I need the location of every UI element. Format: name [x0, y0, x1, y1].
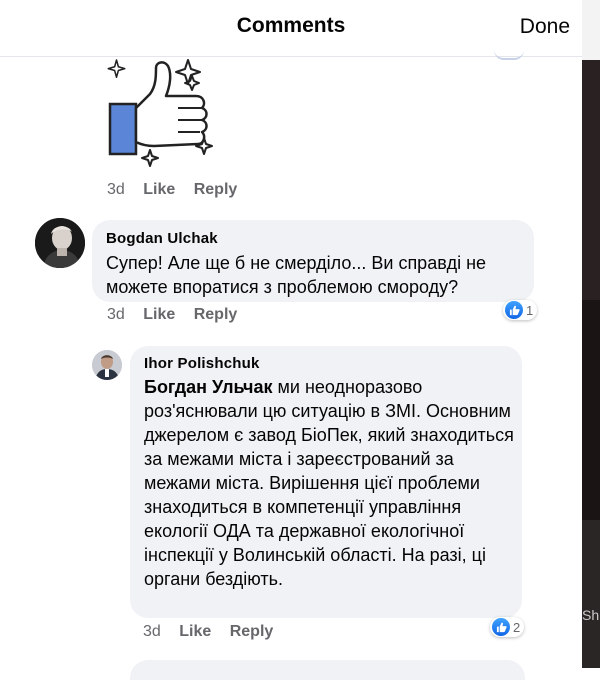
like-reaction-icon — [492, 618, 510, 636]
background-video-edge: Sh — [582, 0, 600, 668]
avatar[interactable] — [35, 218, 85, 268]
reaction-badge[interactable]: 2 — [490, 617, 525, 637]
reply-button[interactable]: Reply — [194, 306, 238, 323]
reply-text: Богдан Ульчак ми неодноразово роз'яснюва… — [144, 375, 516, 591]
sticker-meta: 3d Like Reply — [107, 181, 251, 199]
comment-text: Супер! Але ще б не смерділо... Ви справд… — [106, 253, 487, 297]
timestamp: 3d — [143, 623, 161, 640]
previous-reaction-peek — [494, 50, 524, 60]
timestamp: 3d — [107, 181, 125, 198]
like-button[interactable]: Like — [143, 181, 175, 198]
side-text: Sh — [582, 607, 600, 623]
reply-bubble: Ihor Polishchuk Богдан Ульчак ми неоднор… — [130, 346, 522, 618]
like-button[interactable]: Like — [179, 623, 211, 640]
reply-button[interactable]: Reply — [230, 623, 274, 640]
reply-meta: 3d Like Reply — [143, 623, 287, 641]
next-comment-bubble — [130, 660, 525, 680]
timestamp: 3d — [107, 306, 125, 323]
avatar[interactable] — [92, 350, 122, 380]
reply-button[interactable]: Reply — [194, 181, 238, 198]
done-button[interactable]: Done — [520, 15, 570, 39]
reply-author[interactable]: Ihor Polishchuk — [144, 355, 260, 372]
comments-header: Comments Done — [0, 0, 582, 60]
comment-bubble: Bogdan Ulchak Супер! Але ще б не смерділ… — [92, 220, 534, 302]
comment-meta: 3d Like Reply — [107, 306, 251, 324]
like-button[interactable]: Like — [143, 306, 175, 323]
mention-link[interactable]: Богдан Ульчак — [144, 377, 273, 397]
page-title: Comments — [236, 14, 346, 37]
reaction-badge[interactable]: 1 — [503, 300, 538, 320]
comment-author[interactable]: Bogdan Ulchak — [106, 230, 218, 247]
thumbs-up-sparkle-icon — [104, 56, 216, 172]
reply-body: ми неодноразово роз'яснювали цю ситуацію… — [144, 377, 514, 589]
like-reaction-icon — [505, 301, 523, 319]
reaction-count: 1 — [526, 302, 534, 318]
reaction-count: 2 — [513, 619, 521, 635]
